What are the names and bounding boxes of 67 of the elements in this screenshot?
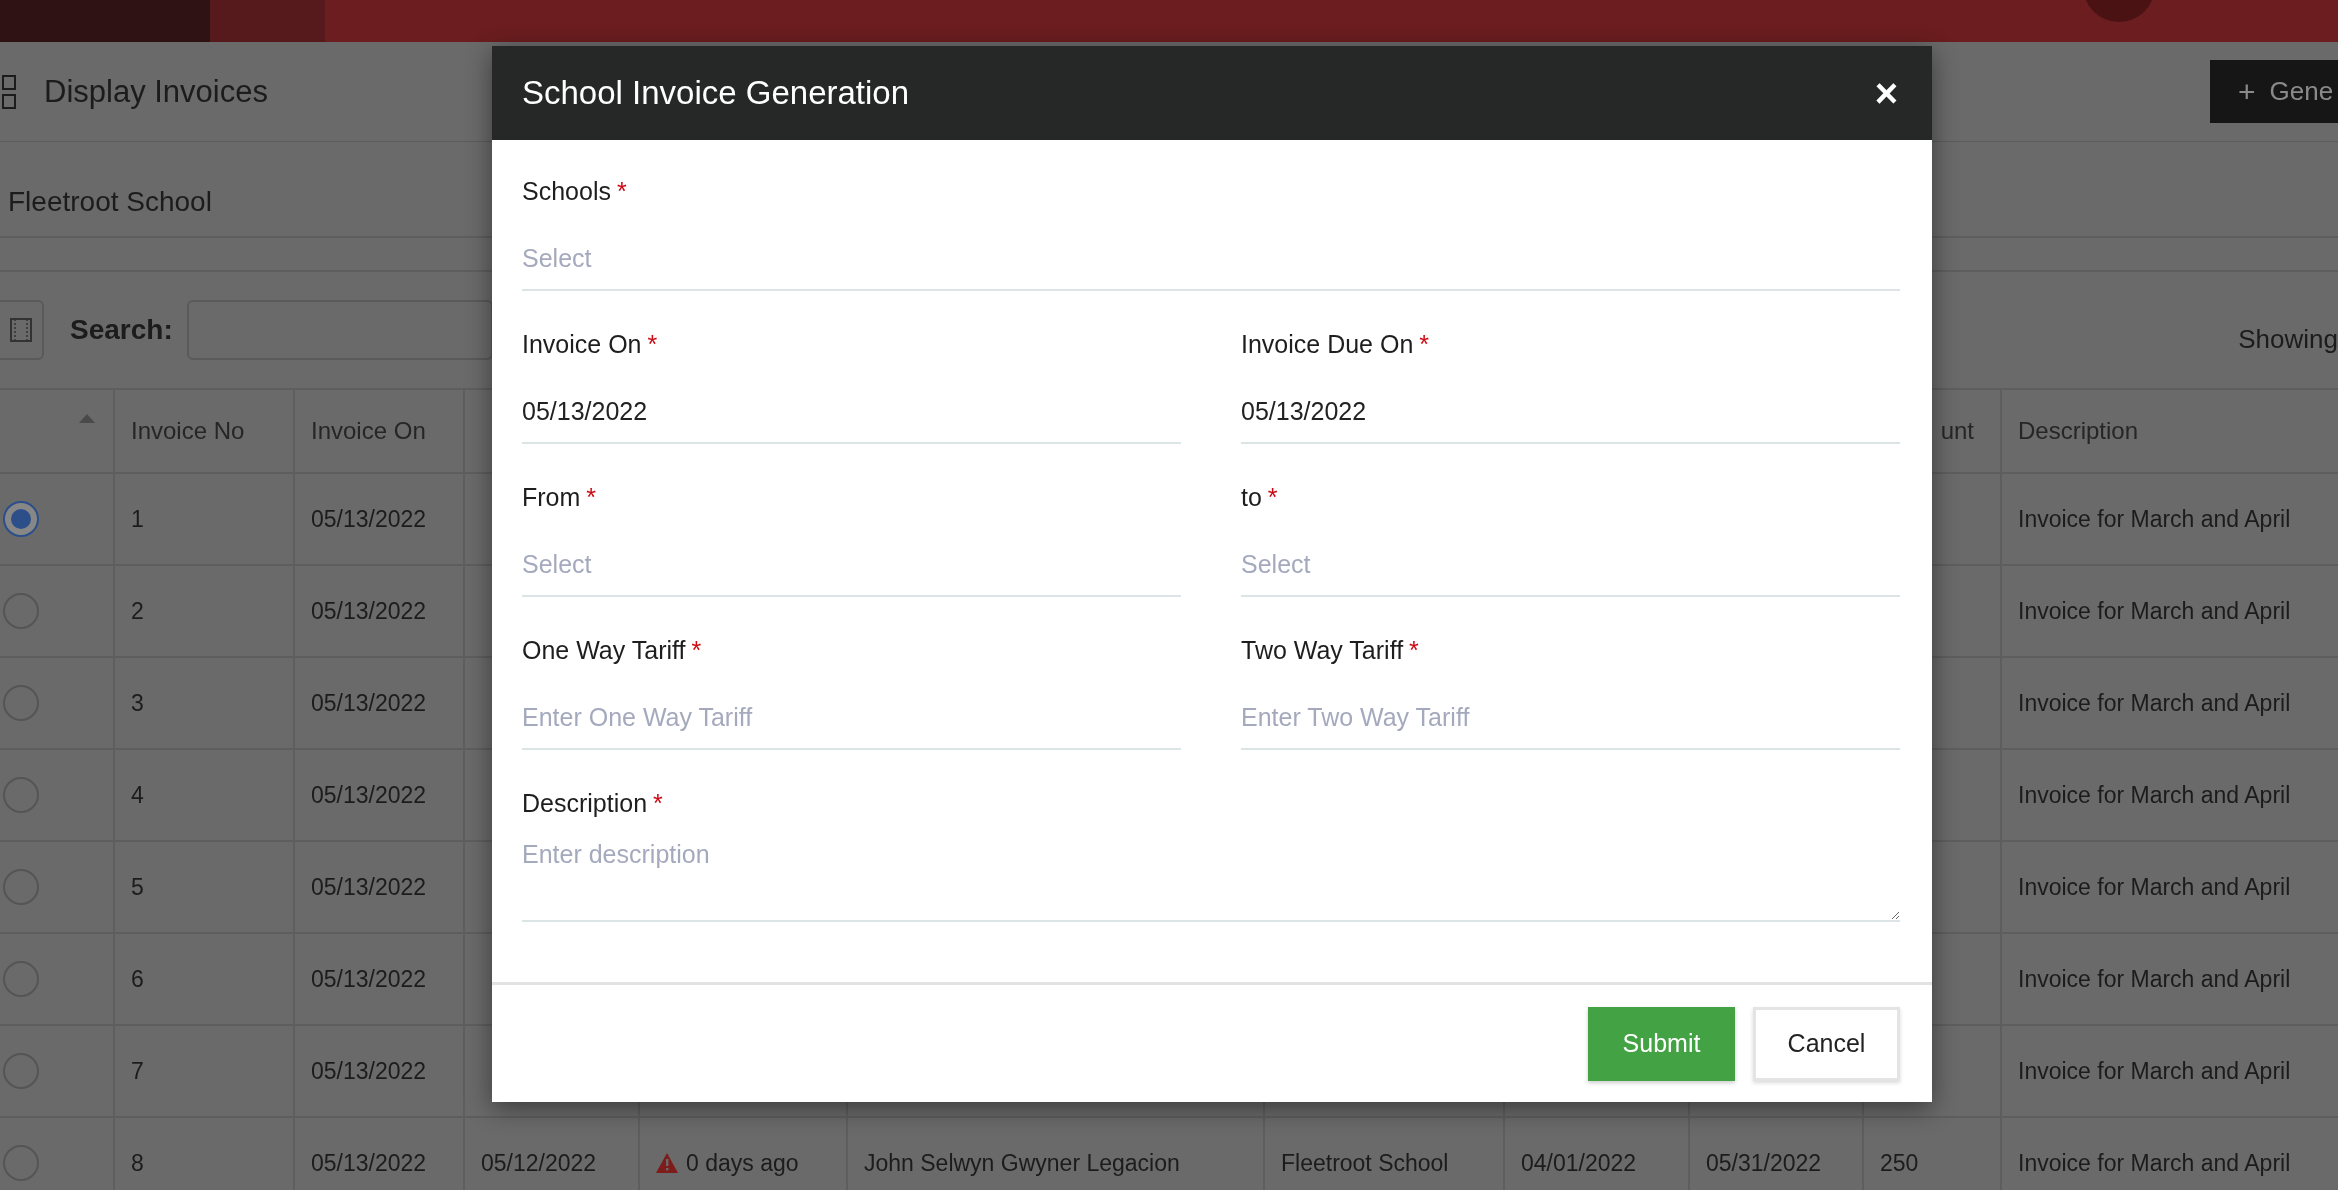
date-cell: 05/12/2022 bbox=[481, 1149, 597, 1177]
column-toggle-button[interactable] bbox=[0, 300, 44, 360]
required-mark: * bbox=[691, 635, 702, 665]
field-label: to bbox=[1241, 482, 1262, 512]
invoice-date: 05/13/2022 bbox=[311, 873, 427, 901]
required-mark: * bbox=[647, 329, 658, 359]
modal-title: School Invoice Generation bbox=[522, 74, 910, 112]
description-cell: Invoice for March and April bbox=[2018, 597, 2291, 625]
column-header: Invoice On bbox=[311, 417, 426, 445]
column-header: Description bbox=[2018, 417, 2139, 445]
required-mark: * bbox=[1419, 329, 1430, 359]
invoice-number: 6 bbox=[131, 965, 144, 993]
date-cell: 05/31/2022 bbox=[1706, 1149, 1822, 1177]
invoice-number: 3 bbox=[131, 689, 144, 717]
description-cell: Invoice for March and April bbox=[2018, 965, 2291, 993]
required-mark: * bbox=[616, 176, 627, 206]
date-cell: 04/01/2022 bbox=[1521, 1149, 1637, 1177]
invoice-date: 05/13/2022 bbox=[311, 1149, 427, 1177]
field-label: Schools bbox=[522, 176, 611, 206]
invoice-date: 05/13/2022 bbox=[311, 597, 427, 625]
field-label: Description bbox=[522, 788, 648, 818]
invoice-date: 05/13/2022 bbox=[311, 689, 427, 717]
invoice-date: 05/13/2022 bbox=[311, 781, 427, 809]
description-cell: Invoice for March and April bbox=[2018, 1057, 2291, 1085]
invoice-number: 7 bbox=[131, 1057, 144, 1085]
school-cell: Fleetroot School bbox=[1281, 1149, 1449, 1177]
required-mark: * bbox=[1267, 482, 1278, 512]
description-cell: Invoice for March and April bbox=[2018, 873, 2291, 901]
grid-icon bbox=[2, 74, 16, 109]
showing-text: Showing bbox=[2238, 324, 2338, 355]
invoice-date: 05/13/2022 bbox=[311, 965, 427, 993]
field-label: Two Way Tariff bbox=[1241, 635, 1404, 665]
cancel-button[interactable]: Cancel bbox=[1753, 1006, 1900, 1081]
description-cell: Invoice for March and April bbox=[2018, 781, 2291, 809]
column-header: Invoice No bbox=[131, 417, 245, 445]
invoice-date: 05/13/2022 bbox=[311, 1057, 427, 1085]
invoice-number: 5 bbox=[131, 873, 144, 901]
field-label: Invoice Due On bbox=[1241, 329, 1414, 359]
required-mark: * bbox=[653, 788, 663, 818]
row-radio[interactable] bbox=[3, 501, 39, 537]
description-cell: Invoice for March and April bbox=[2018, 689, 2291, 717]
invoice-number: 8 bbox=[131, 1149, 144, 1177]
invoice-number: 4 bbox=[131, 781, 144, 809]
search-field[interactable] bbox=[186, 300, 493, 360]
description-cell: Invoice for March and April bbox=[2018, 505, 2291, 533]
invoice-number: 2 bbox=[131, 597, 144, 625]
avatar-icon bbox=[2083, 0, 2155, 22]
customer-name: John Selwyn Gwyner Legacion bbox=[864, 1149, 1180, 1177]
columns-icon bbox=[10, 318, 32, 342]
required-mark: * bbox=[586, 482, 597, 512]
field-label: Invoice On bbox=[522, 329, 642, 359]
description-cell: Invoice for March and April bbox=[2018, 1149, 2291, 1177]
invoice-number: 1 bbox=[131, 505, 144, 533]
generate-button[interactable]: + Gene bbox=[2210, 60, 2338, 123]
column-header: unt bbox=[1940, 417, 1974, 445]
field-label: One Way Tariff bbox=[522, 635, 686, 665]
page-title: Display Invoices bbox=[44, 73, 268, 110]
close-button[interactable]: × bbox=[1870, 73, 1902, 113]
school-name: Fleetroot School bbox=[8, 186, 212, 218]
required-mark: * bbox=[1409, 635, 1419, 665]
invoice-date: 05/13/2022 bbox=[311, 505, 427, 533]
sort-icon[interactable] bbox=[79, 414, 95, 423]
warning-icon bbox=[656, 1153, 678, 1173]
amount-cell: 250 bbox=[1880, 1149, 1919, 1177]
search-label: Search: bbox=[70, 314, 173, 346]
field-label: From bbox=[522, 482, 581, 512]
due-status: 0 days ago bbox=[686, 1149, 799, 1177]
